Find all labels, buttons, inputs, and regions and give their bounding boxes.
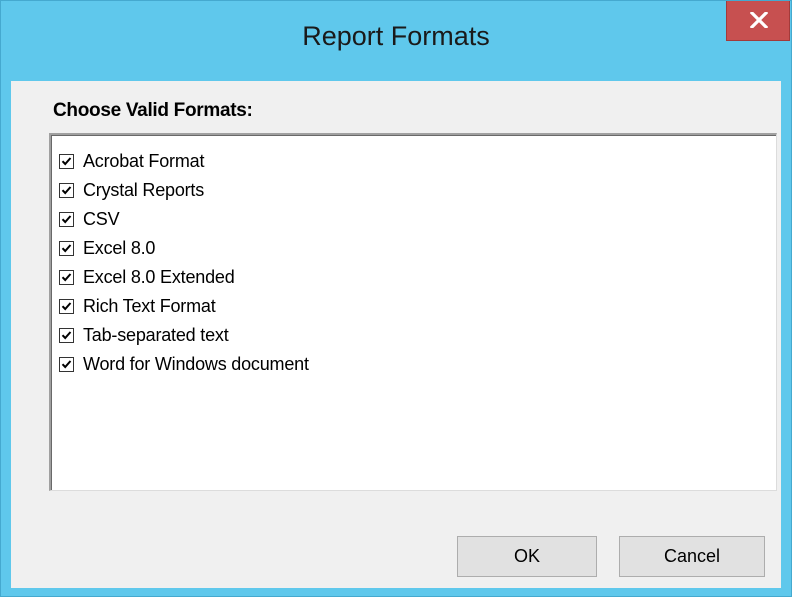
format-label: Tab-separated text <box>83 325 229 345</box>
format-checkbox[interactable] <box>59 154 74 169</box>
cancel-button[interactable]: Cancel <box>619 536 765 577</box>
format-label: Acrobat Format <box>83 151 205 171</box>
format-label: Excel 8.0 <box>83 238 156 258</box>
formats-checklist[interactable]: Acrobat Format Crystal Reports CSV Excel… <box>49 133 777 491</box>
format-item-excel-extended[interactable]: Excel 8.0 Extended <box>59 263 699 292</box>
format-checkbox[interactable] <box>59 241 74 256</box>
format-item-tab-separated[interactable]: Tab-separated text <box>59 321 699 350</box>
format-item-excel[interactable]: Excel 8.0 <box>59 234 699 263</box>
format-checkbox[interactable] <box>59 270 74 285</box>
format-checkbox[interactable] <box>59 212 74 227</box>
checkmark-icon <box>61 186 72 195</box>
format-checkbox[interactable] <box>59 357 74 372</box>
checkmark-icon <box>61 157 72 166</box>
report-formats-dialog: Report Formats Choose Valid Formats: Acr… <box>0 0 792 597</box>
window-title: Report Formats <box>302 21 490 51</box>
format-item-acrobat[interactable]: Acrobat Format <box>59 147 699 176</box>
format-label: CSV <box>83 209 120 229</box>
checkmark-icon <box>61 360 72 369</box>
format-item-rich-text[interactable]: Rich Text Format <box>59 292 699 321</box>
checkmark-icon <box>61 302 72 311</box>
ok-button[interactable]: OK <box>457 536 597 577</box>
dialog-client-area: Choose Valid Formats: Acrobat Format Cry… <box>11 81 781 588</box>
checkmark-icon <box>61 215 72 224</box>
format-item-word[interactable]: Word for Windows document <box>59 350 699 379</box>
checkmark-icon <box>61 244 72 253</box>
format-item-crystal-reports[interactable]: Crystal Reports <box>59 176 699 205</box>
format-checkbox[interactable] <box>59 183 74 198</box>
format-label: Crystal Reports <box>83 180 205 200</box>
format-checkbox[interactable] <box>59 328 74 343</box>
format-checkbox[interactable] <box>59 299 74 314</box>
checkmark-icon <box>61 331 72 340</box>
format-item-csv[interactable]: CSV <box>59 205 699 234</box>
close-button[interactable] <box>726 1 790 41</box>
close-icon <box>750 12 768 28</box>
format-label: Word for Windows document <box>83 354 309 374</box>
format-label: Excel 8.0 Extended <box>83 267 235 287</box>
choose-formats-label: Choose Valid Formats: <box>53 100 253 121</box>
format-label: Rich Text Format <box>83 296 216 316</box>
title-bar[interactable]: Report Formats <box>1 1 791 81</box>
checkmark-icon <box>61 273 72 282</box>
